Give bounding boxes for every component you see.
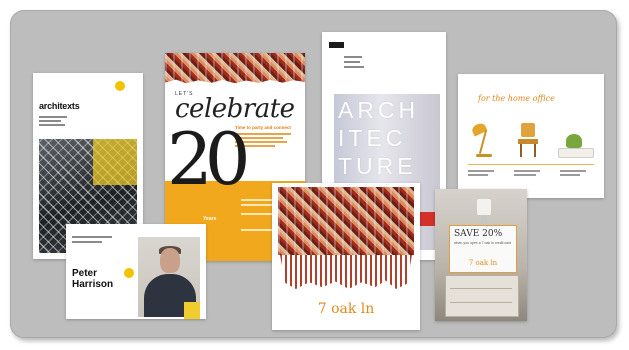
title-line-2: ITEC xyxy=(338,125,407,151)
tagline-text: Time to party and connect xyxy=(235,125,291,130)
plant-icon xyxy=(566,134,582,148)
peter-harrison-card[interactable]: Peter Harrison xyxy=(66,224,206,319)
offer-subline: when you open a 7 oak ln credit card xyxy=(454,241,512,245)
save-offer-card[interactable]: SAVE 20% when you open a 7 oak ln credit… xyxy=(435,189,527,321)
rug-image xyxy=(278,187,414,255)
chair-leg xyxy=(534,144,536,157)
ikat-header-image xyxy=(165,53,305,83)
yellow-accent xyxy=(184,302,200,319)
last-name: Harrison xyxy=(72,279,114,290)
offer-box: SAVE 20% when you open a 7 oak ln credit… xyxy=(449,225,517,273)
divider xyxy=(468,164,594,165)
chair-icon xyxy=(521,123,535,137)
home-office-card[interactable]: for the home office xyxy=(458,74,604,198)
person-name: Peter Harrison xyxy=(72,268,113,290)
header-badge xyxy=(329,42,344,48)
head xyxy=(160,248,180,273)
text-line xyxy=(39,120,61,122)
home-office-title: for the home office xyxy=(478,94,555,103)
title-line-1: ARCH xyxy=(338,97,420,123)
dresser xyxy=(445,275,519,317)
first-name: Peter xyxy=(72,268,98,279)
tray-icon xyxy=(558,148,594,158)
lamp-base xyxy=(481,215,487,225)
yellow-badge-icon xyxy=(124,268,134,278)
yellow-badge-icon xyxy=(115,81,125,91)
brand-logo: 7 oak ln xyxy=(317,301,375,317)
chair-leg xyxy=(520,144,522,157)
lamp-icon xyxy=(477,199,491,215)
title-line-3: TURE xyxy=(338,153,417,179)
text-line xyxy=(72,241,102,243)
celebrate-tagline: Time to party and connect xyxy=(235,125,299,149)
yellow-overlay xyxy=(93,139,137,185)
text-line xyxy=(39,116,67,118)
offer-headline: SAVE 20% xyxy=(454,229,503,239)
oak-ln-card[interactable]: 7 oak ln xyxy=(272,183,420,330)
architecture-title: ARCH ITEC TURE xyxy=(338,96,419,180)
anniversary-number: 20 xyxy=(167,117,251,201)
text-line xyxy=(39,124,65,126)
architexts-title: architexts xyxy=(39,101,80,111)
years-label: Years xyxy=(203,216,217,222)
rug-fringe xyxy=(280,255,412,289)
brand-logo: 7 oak ln xyxy=(468,259,498,267)
text-line xyxy=(72,236,112,238)
lamp-base xyxy=(476,154,492,157)
